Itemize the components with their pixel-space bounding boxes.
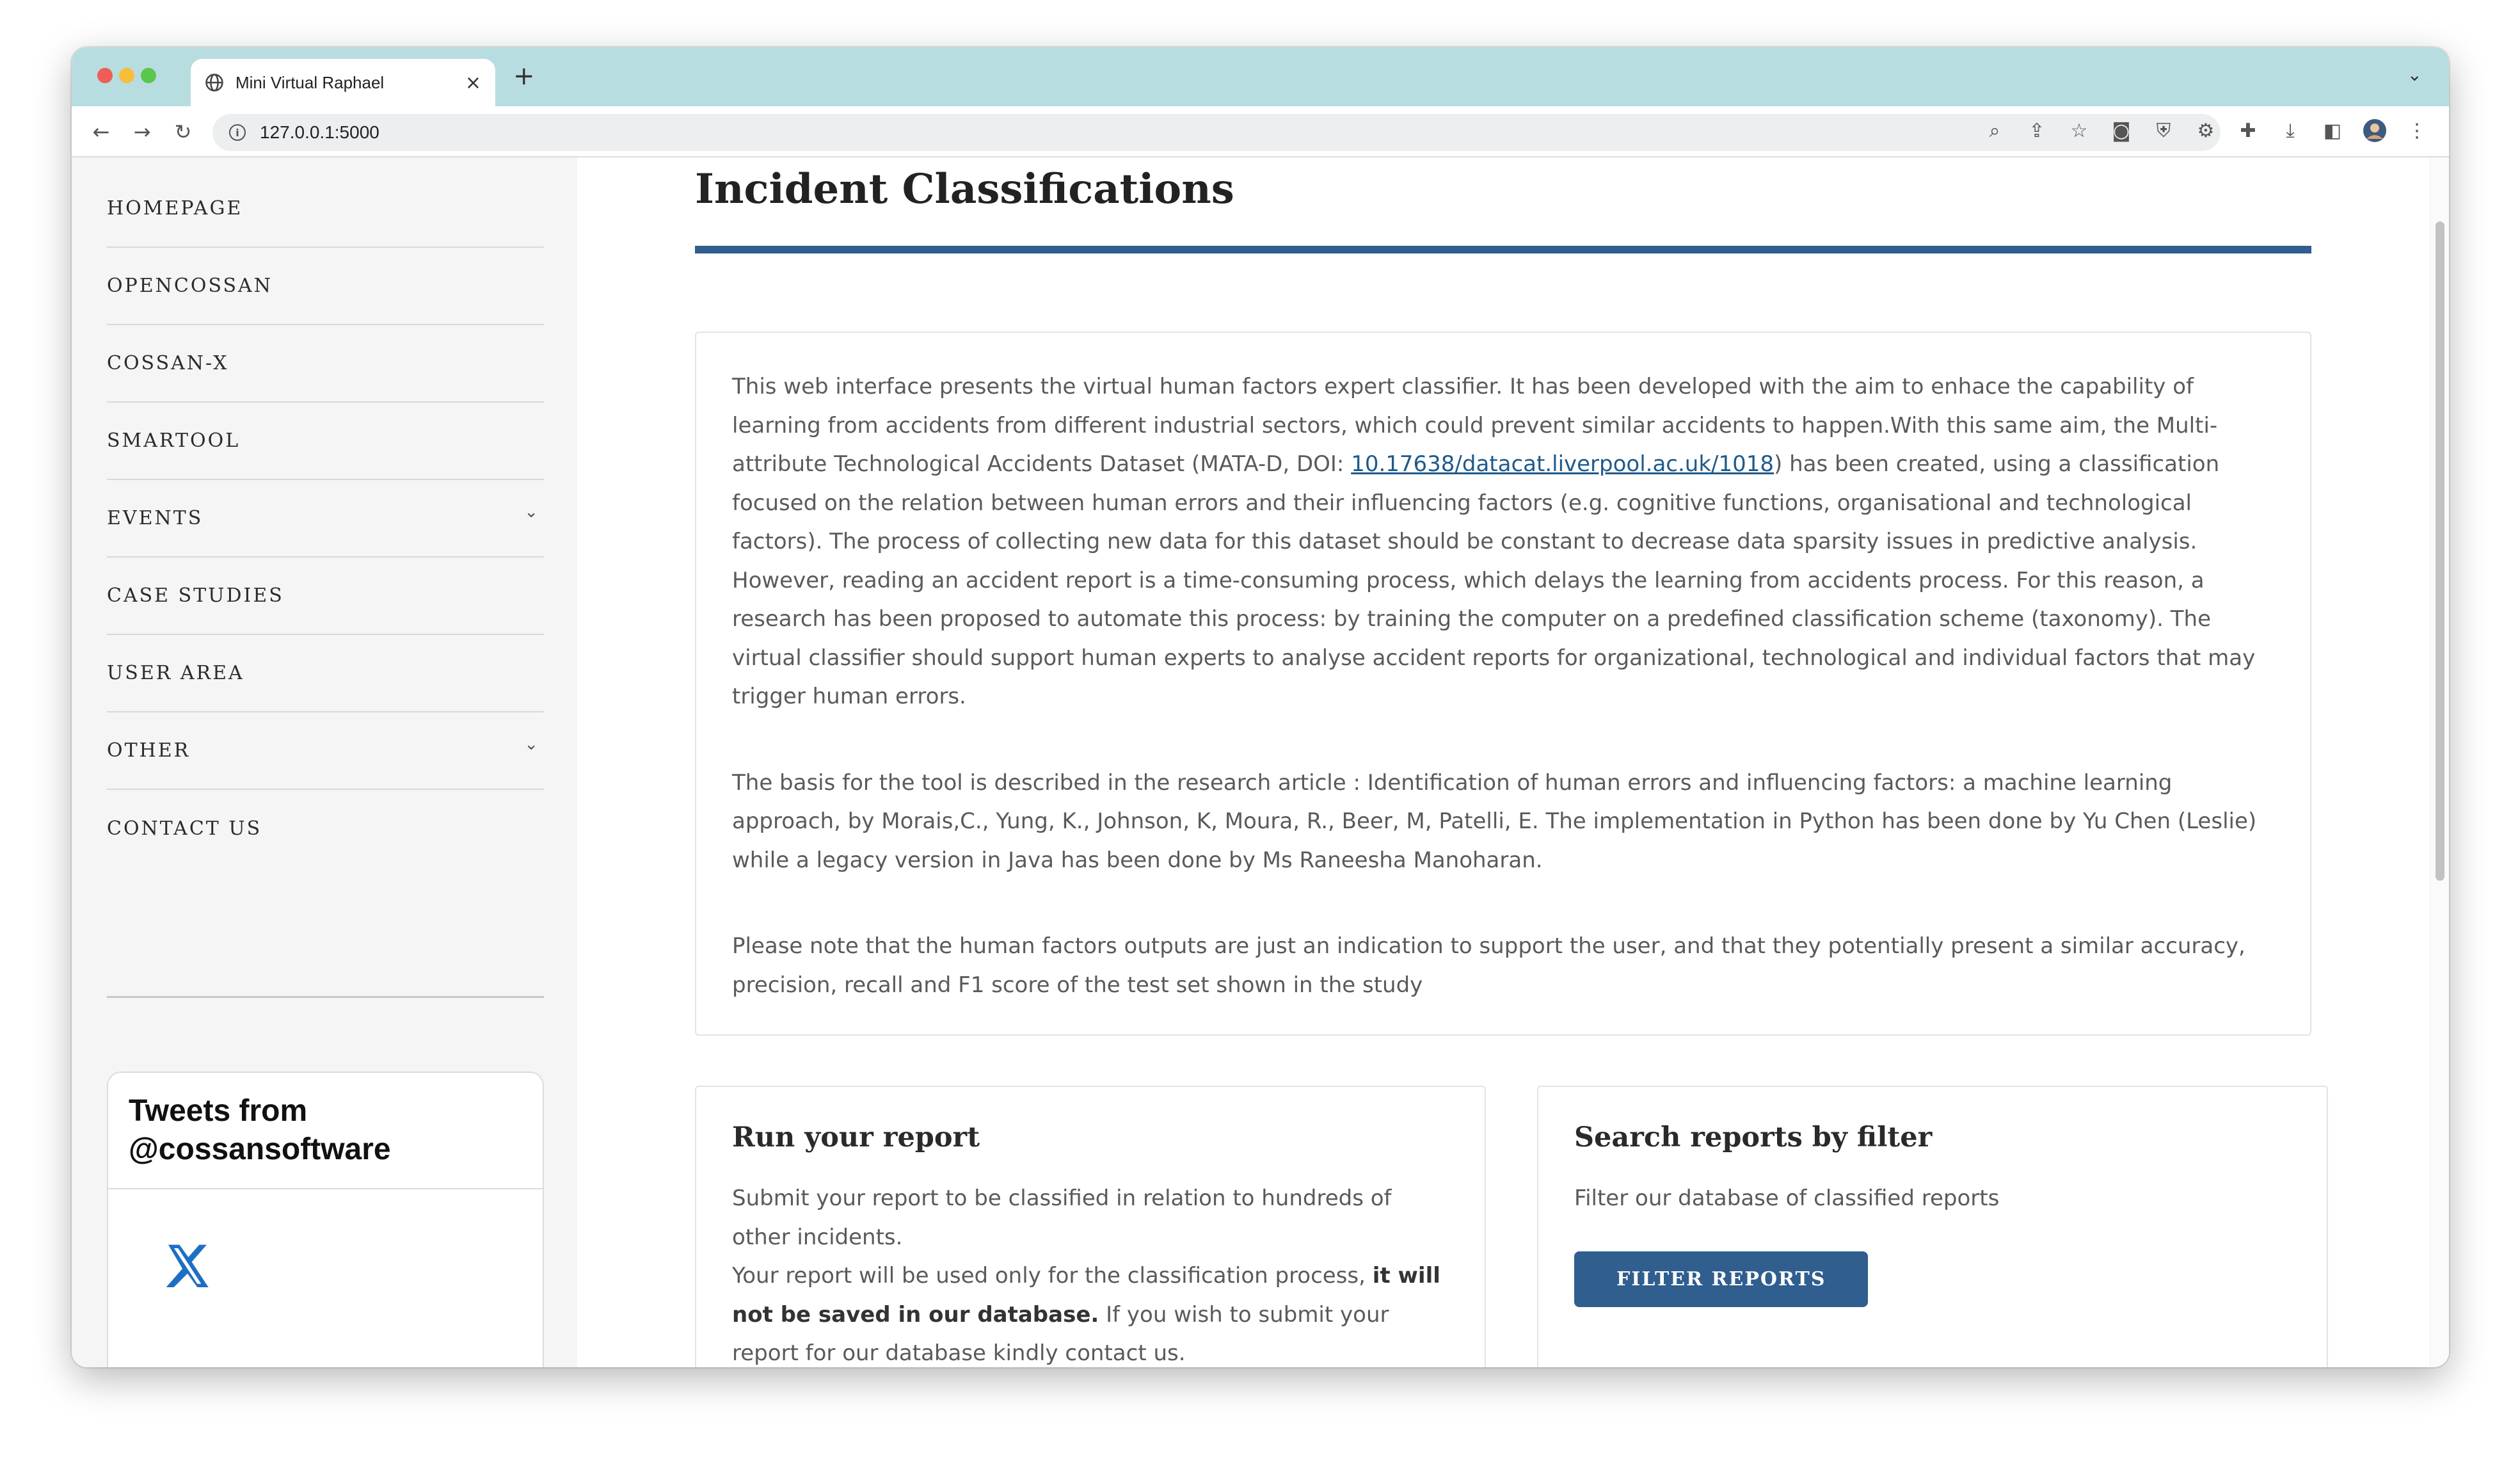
scrollbar-thumb[interactable]: [2436, 221, 2444, 881]
sidebar-item-homepage[interactable]: HOMEPAGE: [107, 170, 544, 248]
intro-paragraph-2: The basis for the tool is described in t…: [732, 769, 2257, 873]
search-reports-heading: Search reports by filter: [1574, 1121, 1933, 1153]
info-icon[interactable]: i: [229, 124, 246, 141]
new-tab-button[interactable]: +: [513, 61, 535, 91]
sidebar: HOMEPAGE OPENCOSSAN COSSAN-X SMARTOOL EV…: [72, 157, 577, 1367]
intro-text: ) has been created, using a classificati…: [732, 451, 2256, 709]
main-content: Incident Classifications This web interf…: [577, 157, 2430, 1367]
intro-paragraph-3: Please note that the human factors outpu…: [732, 933, 2245, 998]
tab-title: Mini Virtual Raphael: [235, 72, 385, 92]
sidebar-item-other[interactable]: OTHER ⌄: [107, 712, 544, 790]
sidebar-item-smartool[interactable]: SMARTOOL: [107, 403, 544, 480]
twitter-header-line1: Tweets from: [129, 1094, 308, 1128]
search-reports-text: Filter our database of classified report…: [1574, 1185, 2000, 1211]
sidebar-item-case-studies[interactable]: CASE STUDIES: [107, 558, 544, 635]
title-underline: [695, 246, 2311, 253]
close-window-button[interactable]: [97, 68, 113, 83]
forward-icon[interactable]: →: [128, 118, 156, 146]
sidebar-item-contact-us[interactable]: CONTACT US: [107, 790, 544, 867]
download-icon[interactable]: ⤓: [2277, 118, 2303, 143]
active-tab[interactable]: Mini Virtual Raphael ×: [191, 59, 495, 106]
share-icon[interactable]: ⇪: [2024, 118, 2050, 143]
tab-close-icon[interactable]: ×: [465, 72, 481, 94]
sidebar-divider: [107, 996, 544, 998]
twitter-handle[interactable]: @cossansoftware: [129, 1130, 522, 1169]
settings-gear-icon[interactable]: ⚙: [2193, 118, 2219, 143]
run-report-text-2: Your report will be used only for the cl…: [732, 1257, 1449, 1367]
chevron-down-icon[interactable]: ⌄: [524, 735, 540, 754]
search-reports-card: Search reports by filter Filter our data…: [1537, 1086, 2328, 1367]
minimize-window-button[interactable]: [119, 68, 134, 83]
profile-avatar-icon[interactable]: [2362, 118, 2388, 143]
sidebar-item-label: HOMEPAGE: [107, 197, 243, 220]
page-scrollbar[interactable]: [2430, 157, 2449, 1367]
run-report-note: Your report will be used only for the cl…: [732, 1263, 1373, 1289]
twitter-widget-header: Tweets from @cossansoftware: [108, 1073, 543, 1189]
sidebar-item-label: EVENTS: [107, 507, 203, 529]
tab-search-icon[interactable]: ⌄: [2407, 64, 2422, 85]
tab-strip: Mini Virtual Raphael × + ⌄: [72, 47, 2449, 106]
page: Mini Virtual Raphael × + ⌄ ← → ↻ i 127.0…: [0, 0, 2520, 1462]
reload-icon[interactable]: ↻: [169, 118, 197, 146]
camera-icon[interactable]: ◙: [2109, 118, 2134, 143]
sidebar-item-label: USER AREA: [107, 662, 244, 684]
page-title: Incident Classifications: [695, 165, 1234, 213]
filter-reports-button[interactable]: FILTER REPORTS: [1574, 1251, 1869, 1307]
back-icon[interactable]: ←: [87, 118, 115, 146]
address-bar[interactable]: i 127.0.0.1:5000: [212, 114, 2221, 151]
page-viewport: HOMEPAGE OPENCOSSAN COSSAN-X SMARTOOL EV…: [72, 157, 2449, 1367]
sidebar-item-label: OTHER: [107, 739, 191, 762]
sidebar-item-label: COSSAN-X: [107, 352, 229, 374]
browser-toolbar: ← → ↻ i 127.0.0.1:5000 ⌕ ⇪ ☆ ◙ ⛨ ⚙ ✚ ⤓ ◧…: [72, 106, 2449, 157]
browser-window: Mini Virtual Raphael × + ⌄ ← → ↻ i 127.0…: [72, 47, 2449, 1367]
run-report-text-1: Submit your report to be classified in r…: [732, 1185, 1392, 1250]
shield-icon[interactable]: ⛨: [2151, 118, 2176, 143]
sidebar-item-label: OPENCOSSAN: [107, 275, 273, 297]
twitter-widget[interactable]: Tweets from @cossansoftware: [107, 1072, 544, 1367]
sidebar-item-cossan-x[interactable]: COSSAN-X: [107, 325, 544, 403]
globe-icon: [205, 74, 223, 92]
sidebar-item-label: CONTACT US: [107, 817, 262, 840]
intro-card: This web interface presents the virtual …: [695, 332, 2311, 1036]
maximize-window-button[interactable]: [141, 68, 156, 83]
kebab-menu-icon[interactable]: ⋮: [2404, 118, 2430, 143]
run-report-heading: Run your report: [732, 1121, 980, 1153]
run-report-card: Run your report Submit your report to be…: [695, 1086, 1486, 1367]
extensions-puzzle-icon[interactable]: ✚: [2235, 118, 2261, 143]
doi-link[interactable]: 10.17638/datacat.liverpool.ac.uk/1018: [1351, 451, 1774, 477]
sidebar-item-label: CASE STUDIES: [107, 584, 284, 607]
zoom-icon[interactable]: ⌕: [1982, 118, 2007, 143]
run-report-text: Submit your report to be classified in r…: [732, 1179, 1449, 1367]
chevron-down-icon[interactable]: ⌄: [524, 502, 540, 522]
sidebar-nav: HOMEPAGE OPENCOSSAN COSSAN-X SMARTOOL EV…: [107, 170, 544, 867]
url-text: 127.0.0.1:5000: [260, 122, 379, 142]
sidebar-item-opencossan[interactable]: OPENCOSSAN: [107, 248, 544, 325]
bookmark-star-icon[interactable]: ☆: [2066, 118, 2092, 143]
sidebar-panel-icon[interactable]: ◧: [2320, 118, 2345, 143]
toolbar-icons: ⌕ ⇪ ☆ ◙ ⛨ ⚙ ✚ ⤓ ◧ ⋮: [1982, 118, 2430, 143]
intro-paragraph-1: This web interface presents the virtual …: [732, 367, 2274, 716]
sidebar-item-events[interactable]: EVENTS ⌄: [107, 480, 544, 558]
x-logo-icon[interactable]: [162, 1241, 213, 1292]
sidebar-item-label: SMARTOOL: [107, 430, 241, 452]
sidebar-item-user-area[interactable]: USER AREA: [107, 635, 544, 712]
